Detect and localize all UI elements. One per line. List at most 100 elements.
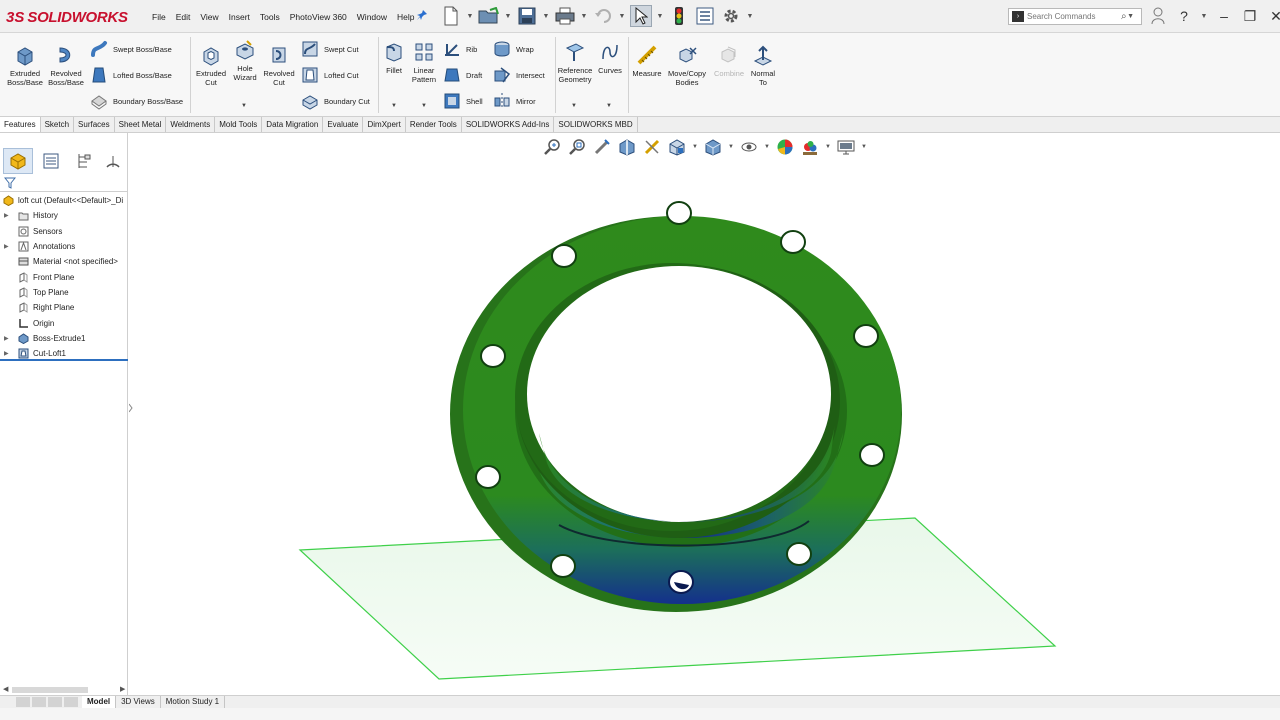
tree-root-part[interactable]: loft cut (Default<<Default>_Di xyxy=(0,193,128,208)
search-input[interactable] xyxy=(1027,12,1121,21)
intersect-button[interactable]: Intersect xyxy=(493,66,545,84)
rollback-bar[interactable] xyxy=(0,359,128,361)
solidworks-logo[interactable]: 3S SOLIDWORKS xyxy=(6,5,128,29)
new-document-icon[interactable] xyxy=(440,5,462,27)
tree-item-front-plane[interactable]: Front Plane xyxy=(0,269,128,284)
tree-item-top-plane[interactable]: Top Plane xyxy=(0,285,128,300)
select-cursor-icon[interactable] xyxy=(630,5,652,27)
expand-arrow-icon[interactable]: ▶ xyxy=(4,335,10,342)
extruded-boss-button[interactable]: Extruded Boss/Base xyxy=(6,44,44,87)
tab-weldments[interactable]: Weldments xyxy=(166,117,216,132)
search-commands-box[interactable]: › ⌕ ▼ xyxy=(1008,8,1142,25)
swept-boss-button[interactable]: Swept Boss/Base xyxy=(90,40,172,58)
tab-render-tools[interactable]: Render Tools xyxy=(406,117,462,132)
menu-edit[interactable]: Edit xyxy=(171,12,196,22)
linear-pattern-button[interactable]: Linear Pattern xyxy=(409,41,439,84)
menu-file[interactable]: File xyxy=(147,12,171,22)
help-question-icon[interactable]: ? xyxy=(1174,6,1194,26)
scroll-right-icon[interactable]: ▶ xyxy=(120,685,125,693)
fillet-button[interactable]: Fillet xyxy=(382,41,406,75)
shell-button[interactable]: Shell xyxy=(443,92,483,110)
horizontal-scrollbar[interactable]: ◀ ▶ xyxy=(0,685,128,695)
tab-sheet-metal[interactable]: Sheet Metal xyxy=(115,117,167,132)
tab-motion-study[interactable]: Motion Study 1 xyxy=(161,696,226,708)
tree-item-right-plane[interactable]: Right Plane xyxy=(0,300,128,315)
print-icon[interactable] xyxy=(554,5,576,27)
flange-ring-part[interactable] xyxy=(450,216,902,612)
menu-photoview[interactable]: PhotoView 360 xyxy=(285,12,352,22)
menu-insert[interactable]: Insert xyxy=(224,12,255,22)
graphics-area[interactable]: ▼ ▼ ▼ ▼ ▼ xyxy=(129,133,1280,695)
rib-button[interactable]: Rib xyxy=(443,40,477,58)
open-folder-icon[interactable] xyxy=(478,5,500,27)
dimxpert-manager-tab[interactable] xyxy=(102,148,124,174)
curves-dropdown-icon[interactable]: ▼ xyxy=(606,103,612,109)
tab-surfaces[interactable]: Surfaces xyxy=(74,117,115,132)
tab-features[interactable]: Features xyxy=(0,117,41,132)
last-tab-icon[interactable] xyxy=(64,697,78,707)
expand-arrow-icon[interactable]: ▶ xyxy=(4,243,10,250)
scroll-left-icon[interactable]: ◀ xyxy=(3,685,8,693)
measure-button[interactable]: Measure xyxy=(630,44,664,78)
tree-item-boss-extrude1[interactable]: ▶ Boss-Extrude1 xyxy=(0,331,128,346)
wrap-button[interactable]: Wrap xyxy=(493,40,534,58)
prev-tab-icon[interactable] xyxy=(32,697,46,707)
pattern-dropdown-icon[interactable]: ▼ xyxy=(421,103,427,109)
file-properties-icon[interactable] xyxy=(694,5,716,27)
revolved-cut-button[interactable]: Revolved Cut xyxy=(262,44,296,87)
tab-mold-tools[interactable]: Mold Tools xyxy=(215,117,263,132)
expand-arrow-icon[interactable]: ▶ xyxy=(4,350,10,357)
tree-item-history[interactable]: ▶ History xyxy=(0,208,128,223)
revolved-boss-button[interactable]: Revolved Boss/Base xyxy=(46,44,86,87)
minimize-icon[interactable]: – xyxy=(1214,6,1234,26)
scroll-thumb[interactable] xyxy=(12,687,88,693)
print-dropdown-icon[interactable]: ▼ xyxy=(580,13,588,20)
configuration-manager-tab[interactable] xyxy=(69,148,99,174)
tab-3d-views[interactable]: 3D Views xyxy=(116,696,161,708)
combine-button[interactable]: Combine xyxy=(710,44,748,78)
next-tab-icon[interactable] xyxy=(48,697,62,707)
feature-manager-tab[interactable] xyxy=(3,148,33,174)
move-copy-bodies-button[interactable]: Move/Copy Bodies xyxy=(666,44,708,87)
save-icon[interactable] xyxy=(516,5,538,27)
hole-wizard-button[interactable]: Hole Wizard xyxy=(230,39,260,82)
tree-item-annotations[interactable]: ▶ Annotations xyxy=(0,239,128,254)
help-dropdown-icon[interactable]: ▼ xyxy=(1200,13,1208,20)
select-dropdown-icon[interactable]: ▼ xyxy=(656,13,664,20)
rebuild-traffic-light-icon[interactable] xyxy=(668,5,690,27)
tab-dimxpert[interactable]: DimXpert xyxy=(363,117,406,132)
hole-dropdown-icon[interactable]: ▼ xyxy=(241,103,247,109)
swept-cut-button[interactable]: Swept Cut xyxy=(301,40,359,58)
lofted-cut-button[interactable]: Lofted Cut xyxy=(301,66,359,84)
fillet-dropdown-icon[interactable]: ▼ xyxy=(391,103,397,109)
restore-icon[interactable]: ❐ xyxy=(1240,6,1260,26)
user-account-icon[interactable] xyxy=(1148,6,1168,26)
tab-solidworks-mbd[interactable]: SOLIDWORKS MBD xyxy=(554,117,638,132)
close-icon[interactable]: ✕ xyxy=(1266,6,1280,26)
menu-tools[interactable]: Tools xyxy=(255,12,285,22)
pin-menu-icon[interactable] xyxy=(416,9,430,23)
menu-view[interactable]: View xyxy=(195,12,223,22)
lofted-boss-button[interactable]: Lofted Boss/Base xyxy=(90,66,172,84)
boundary-boss-button[interactable]: Boundary Boss/Base xyxy=(90,92,183,110)
tab-solidworks-addins[interactable]: SOLIDWORKS Add-Ins xyxy=(462,117,555,132)
new-dropdown-icon[interactable]: ▼ xyxy=(466,13,474,20)
undo-icon[interactable] xyxy=(592,5,614,27)
open-dropdown-icon[interactable]: ▼ xyxy=(504,13,512,20)
tab-evaluate[interactable]: Evaluate xyxy=(323,117,364,132)
tab-model[interactable]: Model xyxy=(82,696,117,708)
expand-arrow-icon[interactable]: ▶ xyxy=(4,212,10,219)
property-manager-tab[interactable] xyxy=(36,148,66,174)
extruded-cut-button[interactable]: Extruded Cut xyxy=(194,44,228,87)
tree-item-origin[interactable]: Origin xyxy=(0,315,128,330)
reference-dropdown-icon[interactable]: ▼ xyxy=(571,103,577,109)
tree-item-sensors[interactable]: Sensors xyxy=(0,224,128,239)
save-dropdown-icon[interactable]: ▼ xyxy=(542,13,550,20)
curves-button[interactable]: Curves xyxy=(596,41,624,75)
tree-item-material[interactable]: Material <not specified> xyxy=(0,254,128,269)
filter-icon[interactable] xyxy=(3,177,17,189)
tab-data-migration[interactable]: Data Migration xyxy=(262,117,324,132)
tab-scroll-arrows[interactable] xyxy=(16,697,78,707)
boundary-cut-button[interactable]: Boundary Cut xyxy=(301,92,370,110)
draft-button[interactable]: Draft xyxy=(443,66,482,84)
